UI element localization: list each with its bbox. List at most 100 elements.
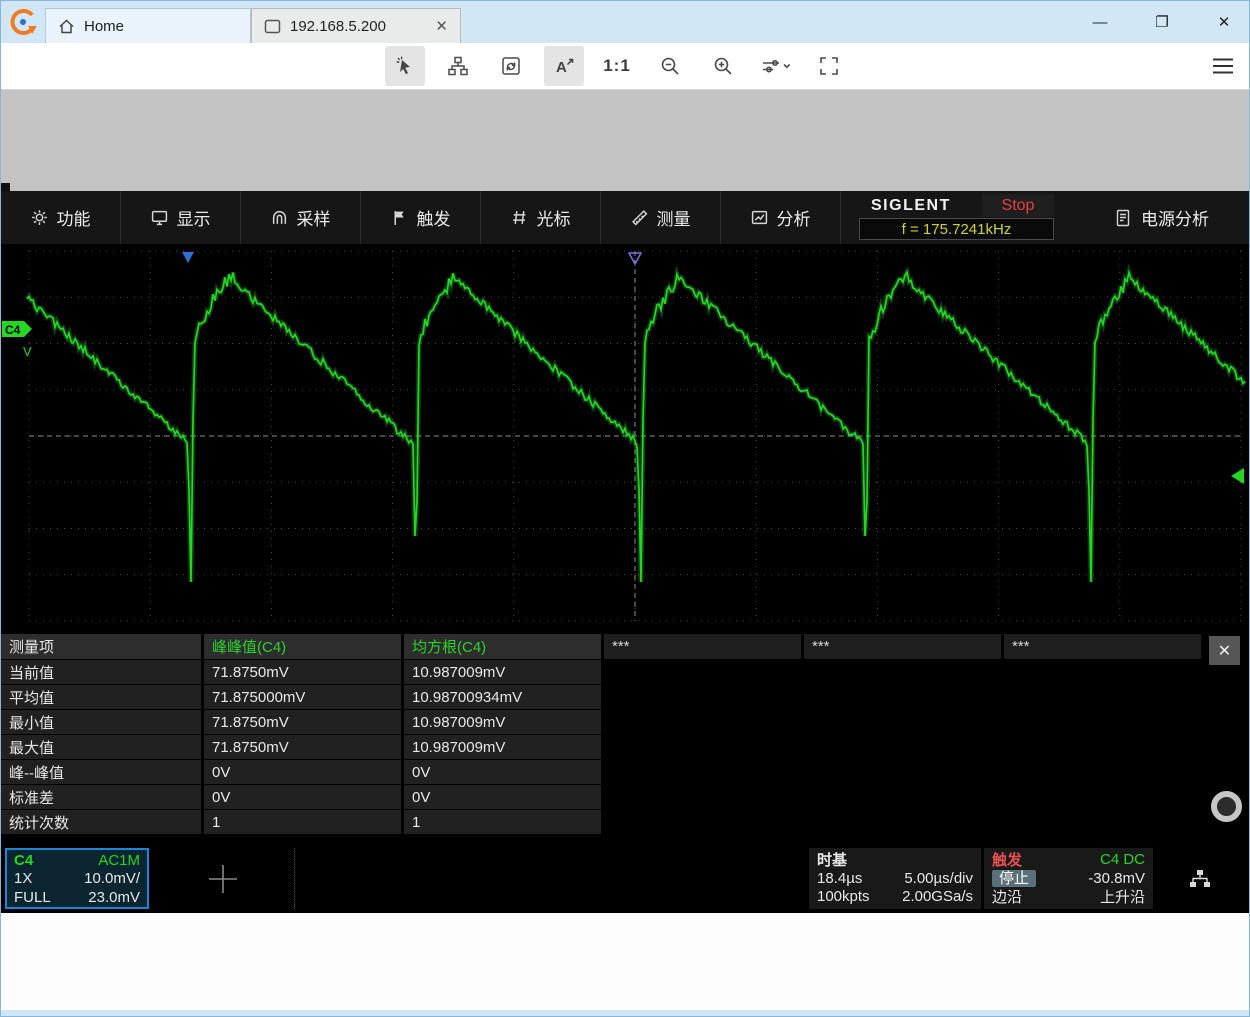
- measure-icon: [631, 209, 648, 226]
- pointer-mode-button[interactable]: [385, 46, 425, 86]
- zoom-in-icon: [712, 55, 734, 77]
- trigger-mode: 停止: [992, 870, 1036, 887]
- tab-home[interactable]: Home: [45, 8, 251, 43]
- menu-item-analysis[interactable]: 分析: [721, 191, 841, 244]
- menu-item-trigger[interactable]: 触发: [361, 191, 481, 244]
- display-icon: [151, 209, 168, 226]
- row-value: 71.8750mV: [204, 735, 401, 759]
- minimize-icon[interactable]: —: [1089, 14, 1111, 31]
- tab-close-icon[interactable]: ✕: [435, 19, 448, 34]
- timebase-box[interactable]: 时基 18.4µs 5.00µs/div 100kpts 2.00GSa/s: [809, 848, 981, 909]
- tab-device[interactable]: 192.168.5.200 ✕: [251, 8, 461, 43]
- page-footer-area: [1, 913, 1249, 1010]
- waveform-display[interactable]: C4V: [1, 244, 1250, 626]
- header-empty-2[interactable]: ***: [804, 634, 1001, 659]
- timebase-points: 100kpts: [817, 888, 870, 905]
- document-icon: [1115, 209, 1131, 227]
- tool-group: A 1:1: [385, 46, 849, 86]
- menu-label: 采样: [297, 205, 331, 230]
- font-size-button[interactable]: A: [544, 46, 584, 86]
- topology-button[interactable]: [438, 46, 478, 86]
- svg-text:C4: C4: [5, 323, 21, 337]
- zoom-out-button[interactable]: [650, 46, 690, 86]
- row-value: 0V: [404, 760, 601, 784]
- menu-item-function[interactable]: 功能: [1, 191, 121, 244]
- analysis-icon: [751, 209, 768, 226]
- timebase-delay: 18.4µs: [817, 870, 862, 887]
- page-icon: [264, 19, 281, 34]
- row-label: 最小值: [1, 710, 201, 734]
- trigger-box[interactable]: 触发 C4 DC 停止 -30.8mV 边沿 上升沿: [984, 848, 1153, 909]
- close-icon[interactable]: ✕: [1213, 13, 1235, 31]
- display-settings-button[interactable]: [756, 46, 796, 86]
- menu-label: 触发: [417, 205, 451, 230]
- channel-c4-box[interactable]: C4 AC1M 1X 10.0mV/ FULL 23.0mV: [5, 848, 149, 909]
- timebase-rate: 2.00GSa/s: [902, 888, 973, 905]
- table-row-current: 当前值 71.8750mV 10.987009mV: [1, 660, 1250, 684]
- menu-label: 光标: [537, 205, 571, 230]
- sitemap-icon: [447, 55, 469, 77]
- tab-device-label: 192.168.5.200: [290, 18, 386, 35]
- menu-icon[interactable]: [1211, 55, 1235, 77]
- fullscreen-button[interactable]: [809, 46, 849, 86]
- menu-item-cursors[interactable]: 光标: [481, 191, 601, 244]
- row-value: 71.8750mV: [204, 710, 401, 734]
- scale-1-1-button[interactable]: 1:1: [597, 46, 637, 86]
- trigger-level: -30.8mV: [1088, 870, 1145, 887]
- menu-label: 显示: [177, 205, 211, 230]
- menu-label: 测量: [657, 205, 691, 230]
- browser-window: Home 192.168.5.200 ✕ — ❐ ✕: [0, 0, 1250, 1017]
- window-bottom-border: [1, 1010, 1249, 1017]
- drag-handle[interactable]: [1211, 791, 1242, 822]
- row-value: 71.875000mV: [204, 685, 401, 709]
- timebase-title: 时基: [817, 849, 847, 870]
- scope-menu-bar: 功能 显示 采样 触发 光标 测量: [1, 191, 1250, 244]
- menu-item-display[interactable]: 显示: [121, 191, 241, 244]
- network-status[interactable]: [1153, 848, 1246, 909]
- refresh-page-button[interactable]: [491, 46, 531, 86]
- header-rms[interactable]: 均方根(C4): [404, 634, 601, 659]
- channel-offset: 23.0mV: [88, 889, 140, 906]
- home-icon: [58, 18, 75, 35]
- lan-icon: [1188, 868, 1212, 890]
- table-row-mean: 平均值 71.875000mV 10.98700934mV: [1, 685, 1250, 709]
- acquire-icon: [271, 209, 288, 226]
- acquisition-status[interactable]: Stop: [982, 194, 1054, 217]
- row-value: 1: [404, 810, 601, 834]
- power-analysis-label: 电源分析: [1141, 205, 1209, 230]
- row-label: 当前值: [1, 660, 201, 684]
- header-pkpk[interactable]: 峰峰值(C4): [204, 634, 401, 659]
- header-item: 测量项: [1, 634, 201, 659]
- waveform-svg: C4V: [1, 244, 1250, 626]
- tab-home-label: Home: [84, 18, 124, 35]
- row-value: 10.987009mV: [404, 710, 601, 734]
- menu-label: 分析: [777, 205, 811, 230]
- header-empty-1[interactable]: ***: [604, 634, 801, 659]
- channel-probe: 1X: [14, 870, 32, 887]
- maximize-icon[interactable]: ❐: [1151, 13, 1173, 31]
- svg-text:A: A: [556, 59, 567, 76]
- zoom-in-button[interactable]: [703, 46, 743, 86]
- menu-item-power-analysis[interactable]: 电源分析: [1073, 191, 1250, 244]
- gear-icon: [31, 209, 48, 226]
- channel-coupling: AC1M: [98, 852, 140, 869]
- trigger-source: C4 DC: [1100, 851, 1145, 868]
- row-value: 71.8750mV: [204, 660, 401, 684]
- table-row-count: 统计次数 1 1: [1, 810, 1250, 834]
- measurement-table: 测量项 峰峰值(C4) 均方根(C4) *** *** *** 当前值 71.8…: [1, 634, 1250, 835]
- sliders-icon: [761, 55, 791, 77]
- refresh-icon: [500, 55, 522, 77]
- menu-item-acquire[interactable]: 采样: [241, 191, 361, 244]
- row-label: 峰--峰值: [1, 760, 201, 784]
- header-empty-3[interactable]: ***: [1004, 634, 1201, 659]
- frequency-counter: f = 175.7241kHz: [859, 218, 1054, 240]
- row-value: 0V: [204, 785, 401, 809]
- row-value: 0V: [404, 785, 601, 809]
- row-value: 10.987009mV: [404, 660, 601, 684]
- scope-corner-notch: [1, 183, 10, 191]
- brand-logo-text: SIGLENT: [859, 197, 951, 215]
- table-row-max: 最大值 71.8750mV 10.987009mV: [1, 735, 1250, 759]
- empty-channel-slot[interactable]: [151, 848, 295, 909]
- table-close-button[interactable]: ✕: [1209, 636, 1240, 665]
- menu-item-measure[interactable]: 测量: [601, 191, 721, 244]
